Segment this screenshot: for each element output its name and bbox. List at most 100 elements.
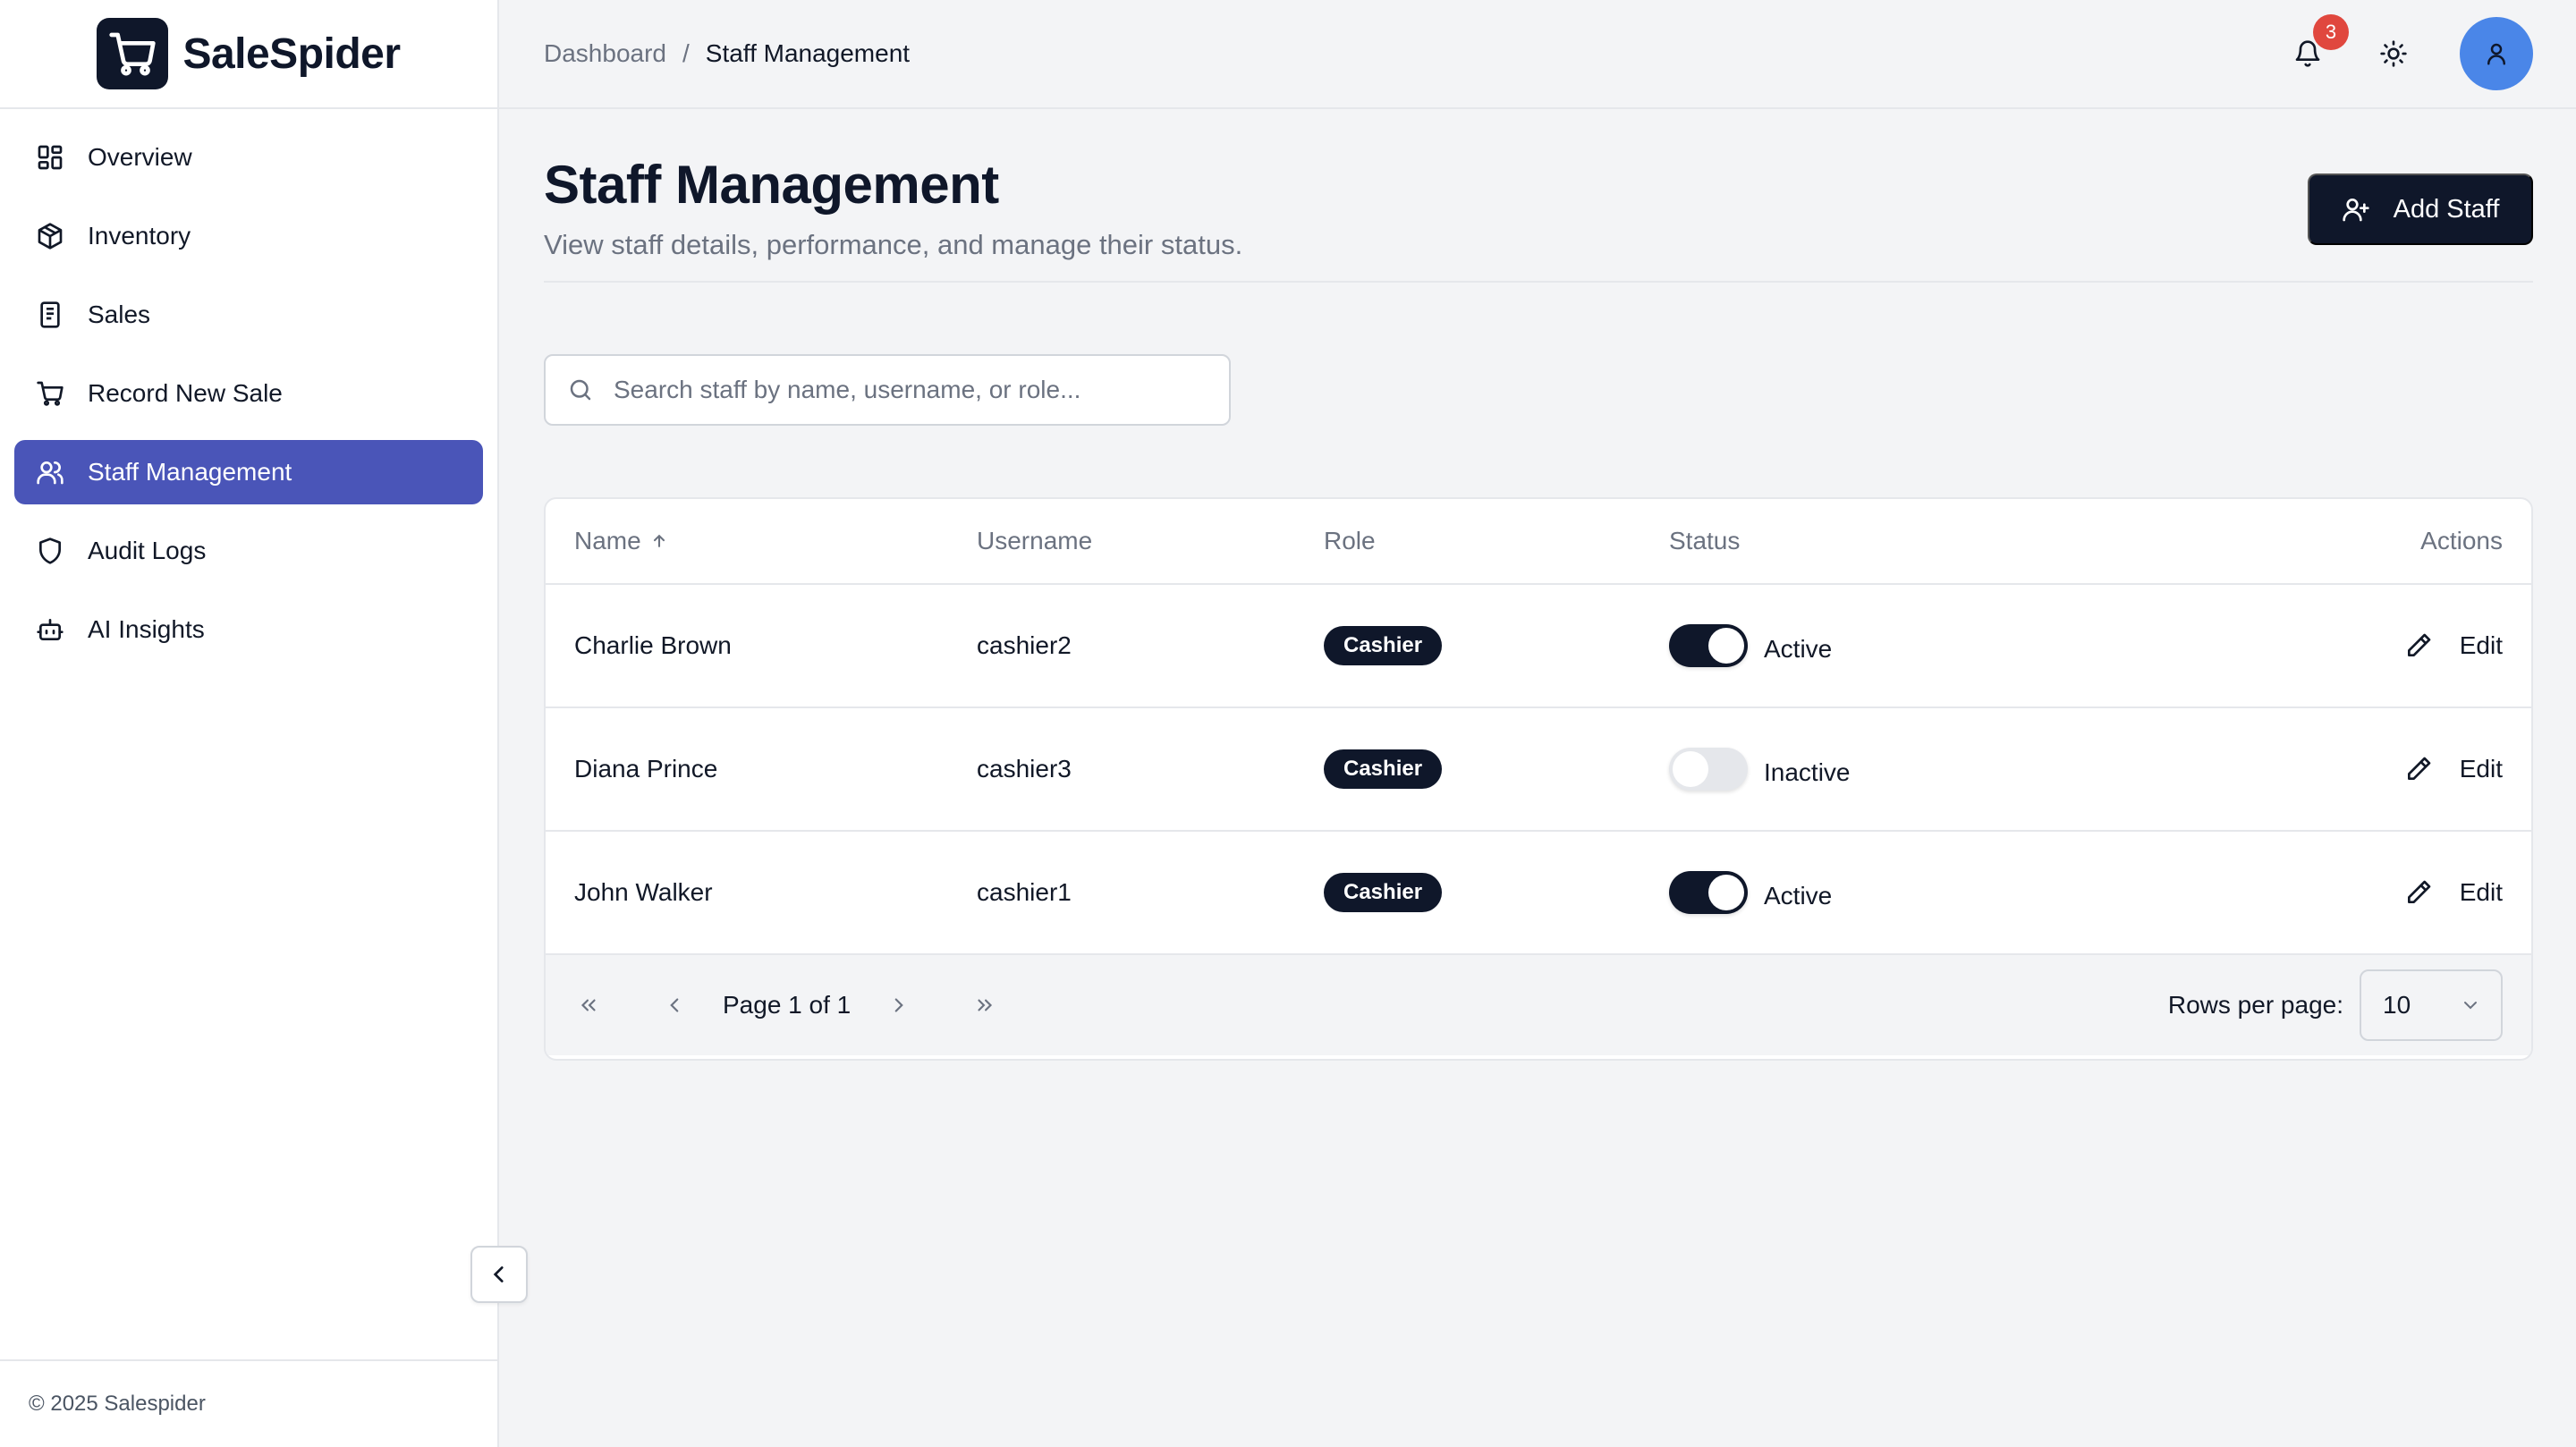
column-header-actions: Actions — [2420, 527, 2503, 554]
role-badge: Cashier — [1324, 873, 1443, 912]
add-staff-button[interactable]: Add Staff — [2308, 173, 2533, 245]
column-header-name[interactable]: Name — [546, 527, 977, 555]
avatar[interactable] — [2460, 17, 2533, 90]
grid-icon — [38, 145, 63, 170]
chevron-down-icon — [2464, 1002, 2477, 1010]
status-label: Active — [1764, 635, 1833, 663]
sun-icon — [2380, 40, 2407, 67]
table-header: Name Username Role Status Actions — [546, 499, 2531, 585]
cell-actions: Edit — [2206, 755, 2531, 783]
last-page-button[interactable] — [963, 984, 1006, 1027]
topbar: Dashboard / Staff Management 3 — [499, 0, 2576, 109]
sidebar-item-overview[interactable]: Overview — [14, 125, 483, 190]
cell-role: Cashier — [1324, 626, 1669, 665]
main-content: Staff Management View staff details, per… — [544, 109, 2533, 1061]
cell-username: cashier2 — [977, 631, 1072, 659]
edit-label: Edit — [2459, 631, 2503, 659]
cell-name: Charlie Brown — [574, 631, 732, 659]
table-row: Charlie Brown cashier2 Cashier Active Ed… — [546, 585, 2531, 708]
theme-toggle-button[interactable] — [2374, 34, 2413, 73]
toggle-knob — [1673, 751, 1708, 787]
column-header-role: Role — [1324, 527, 1376, 554]
page-subtitle: View staff details, performance, and man… — [544, 229, 1243, 260]
package-icon — [38, 223, 63, 250]
edit-button[interactable]: Edit — [2404, 878, 2503, 907]
sidebar-item-label: Sales — [88, 300, 151, 328]
brand-name: SaleSpider — [182, 30, 401, 78]
chevrons-right-icon — [978, 999, 993, 1011]
cell-name: Diana Prince — [574, 755, 718, 783]
first-page-button[interactable] — [567, 984, 610, 1027]
users-icon — [37, 461, 64, 485]
chevrons-left-icon — [580, 999, 596, 1011]
role-badge: Cashier — [1324, 626, 1443, 665]
notification-badge: 3 — [2313, 14, 2349, 50]
edit-button[interactable]: Edit — [2404, 631, 2503, 660]
cell-username: cashier1 — [977, 878, 1072, 906]
top-actions: 3 — [2288, 14, 2533, 90]
pencil-icon — [2407, 633, 2431, 656]
shield-icon — [39, 537, 61, 564]
edit-button[interactable]: Edit — [2404, 755, 2503, 783]
role-badge: Cashier — [1324, 749, 1443, 789]
sidebar-item-inventory[interactable]: Inventory — [14, 204, 483, 268]
user-icon — [2487, 43, 2505, 65]
pager: Page 1 of 1 — [567, 984, 1006, 1027]
bot-icon — [37, 619, 64, 640]
sidebar-nav: Overview Inventory Sales Record New Sale… — [0, 109, 497, 692]
sidebar-item-label: Staff Management — [88, 458, 292, 486]
status-toggle[interactable] — [1669, 871, 1748, 914]
rows-per-page-select[interactable]: 10 — [2360, 969, 2503, 1041]
chevron-left-icon — [670, 998, 679, 1012]
page-header: Staff Management View staff details, per… — [544, 109, 2533, 283]
cell-actions: Edit — [2206, 631, 2531, 660]
chevron-left-icon — [493, 1266, 504, 1282]
page-indicator: Page 1 of 1 — [723, 991, 852, 1019]
status-label: Active — [1764, 882, 1833, 910]
add-staff-label: Add Staff — [2393, 194, 2500, 224]
sidebar-item-ai-insights[interactable]: AI Insights — [14, 597, 483, 662]
previous-page-button[interactable] — [653, 984, 696, 1027]
cell-role: Cashier — [1324, 749, 1669, 789]
cart-logo-icon — [97, 18, 169, 89]
sidebar-item-audit-logs[interactable]: Audit Logs — [14, 519, 483, 583]
sidebar-footer: © 2025 Salespider — [0, 1359, 497, 1447]
toggle-knob — [1708, 628, 1744, 664]
sidebar-item-label: Overview — [88, 143, 192, 171]
breadcrumb: Dashboard / Staff Management — [544, 39, 910, 68]
receipt-icon — [40, 301, 60, 328]
sidebar-item-label: Record New Sale — [88, 379, 283, 407]
cell-username: cashier3 — [977, 755, 1072, 783]
edit-label: Edit — [2459, 755, 2503, 783]
staff-table: Name Username Role Status Actions Charli… — [544, 497, 2533, 1061]
rows-per-page-value: 10 — [2383, 991, 2411, 1019]
rows-per-page: Rows per page: 10 — [2168, 969, 2503, 1041]
collapse-sidebar-button[interactable] — [470, 1246, 528, 1303]
cell-status: Active — [1669, 871, 2206, 914]
search-icon — [570, 379, 591, 401]
notifications-button[interactable]: 3 — [2288, 14, 2349, 73]
edit-label: Edit — [2459, 878, 2503, 906]
sidebar-item-staff-management[interactable]: Staff Management — [14, 440, 483, 504]
column-header-username: Username — [977, 527, 1093, 554]
cell-role: Cashier — [1324, 873, 1669, 912]
search-input[interactable] — [614, 376, 1222, 404]
status-toggle[interactable] — [1669, 624, 1748, 667]
sidebar-item-record-new-sale[interactable]: Record New Sale — [14, 361, 483, 426]
cart-icon — [37, 381, 64, 406]
search-box[interactable] — [544, 354, 1231, 426]
arrow-up-icon — [653, 534, 665, 547]
table-row: John Walker cashier1 Cashier Active Edit — [546, 832, 2531, 955]
brand[interactable]: SaleSpider — [0, 0, 497, 109]
table-row: Diana Prince cashier3 Cashier Inactive E… — [546, 708, 2531, 832]
sidebar-item-label: Audit Logs — [88, 537, 207, 564]
breadcrumb-current: Staff Management — [705, 39, 911, 67]
status-toggle[interactable] — [1669, 748, 1748, 791]
toggle-knob — [1708, 875, 1744, 910]
cell-status: Active — [1669, 624, 2206, 667]
column-header-label: Name — [574, 527, 641, 554]
breadcrumb-dashboard[interactable]: Dashboard — [544, 39, 666, 68]
next-page-button[interactable] — [877, 984, 920, 1027]
sidebar-item-sales[interactable]: Sales — [14, 283, 483, 347]
chevron-right-icon — [894, 998, 904, 1012]
